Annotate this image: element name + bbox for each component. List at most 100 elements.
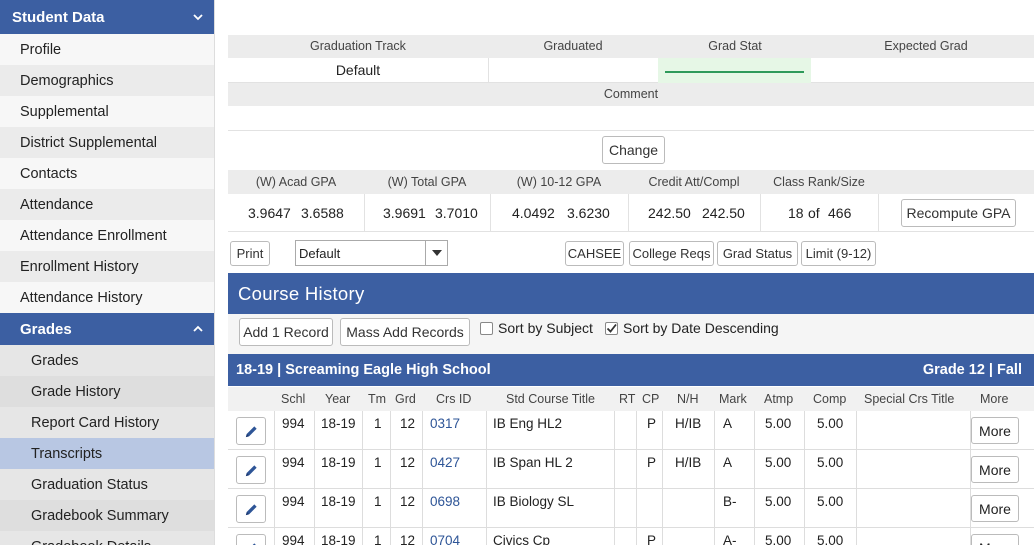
col-grd-cell: 12	[400, 533, 416, 545]
edit-button[interactable]	[236, 417, 266, 445]
pencil-icon	[245, 503, 257, 515]
edit-button[interactable]	[236, 534, 266, 545]
divider	[314, 411, 315, 450]
school-title: 18-19 | Screaming Eagle High School	[236, 362, 491, 378]
acad-gpa-unweighted: 3.6588	[301, 205, 344, 221]
sidebar-item-report-card-history[interactable]: Report Card History	[0, 407, 214, 438]
divider	[390, 450, 391, 489]
sidebar-item-grade-history[interactable]: Grade History	[0, 376, 214, 407]
edit-button[interactable]	[236, 495, 266, 523]
cahsee-button[interactable]: CAHSEE	[565, 241, 624, 266]
divider	[804, 489, 805, 528]
select-value: Default	[299, 246, 341, 261]
divider	[804, 528, 805, 545]
limit-9-12-button[interactable]: Limit (9-12)	[801, 241, 876, 266]
divider	[662, 450, 663, 489]
recompute-gpa-button[interactable]: Recompute GPA	[901, 199, 1016, 227]
sidebar-item-profile[interactable]: Profile	[0, 34, 214, 65]
divider	[614, 411, 615, 450]
sidebar-item-gradebook-details[interactable]: Gradebook Details	[0, 531, 214, 545]
divider	[362, 489, 363, 528]
sidebar-item-enrollment-history[interactable]: Enrollment History	[0, 251, 214, 282]
grad-stat-field[interactable]	[658, 58, 811, 83]
class-rank-header: Class Rank/Size	[773, 175, 865, 189]
course-history-toolbar: Add 1 Record Mass Add Records Sort by Su…	[228, 314, 1034, 354]
divider	[274, 489, 275, 528]
sort-by-date-option[interactable]: Sort by Date Descending	[605, 320, 779, 336]
col-schl-cell: 994	[282, 494, 305, 509]
transcript-format-select[interactable]: Default	[295, 240, 448, 266]
table-row: 994 18-19 1 12 0427 IB Span HL 2 P H/IB A 5.00 5.0…	[228, 450, 1034, 489]
college-reqs-button[interactable]: College Reqs	[629, 241, 714, 266]
course-columns-header: Schl Year Tm Grd Crs ID Std Course Title…	[228, 387, 1034, 411]
add-record-button[interactable]: Add 1 Record	[239, 318, 333, 346]
col-grd-cell: 12	[400, 455, 416, 470]
sidebar-item-transcripts[interactable]: Transcripts	[0, 438, 214, 469]
divider	[422, 411, 423, 450]
col-grd-cell: 12	[400, 494, 416, 509]
comp-cell: 5.00	[817, 494, 844, 509]
print-button[interactable]: Print	[230, 241, 270, 266]
divider	[486, 411, 487, 450]
divider	[856, 489, 857, 528]
course-id-link[interactable]: 0698	[430, 494, 460, 509]
sidebar-item-graduation-status[interactable]: Graduation Status	[0, 469, 214, 500]
divider	[856, 411, 857, 450]
sort-by-subject-checkbox[interactable]	[480, 322, 493, 335]
course-title-cell: IB Eng HL2	[493, 416, 563, 431]
gpa-values-row: 3.9647 3.6588 3.9691 3.7010 4.0492 3.623…	[228, 194, 1034, 232]
divider	[314, 450, 315, 489]
divider	[490, 194, 491, 232]
divider	[362, 528, 363, 545]
divider	[364, 194, 365, 232]
mass-add-records-button[interactable]: Mass Add Records	[340, 318, 470, 346]
comment-header: Comment	[603, 87, 659, 101]
sidebar-item-attendance-history[interactable]: Attendance History	[0, 282, 214, 313]
edit-button[interactable]	[236, 456, 266, 484]
col-special-crs-title: Special Crs Title	[864, 392, 955, 406]
sidebar-item-supplemental[interactable]: Supplemental	[0, 96, 214, 127]
more-button[interactable]: More	[971, 495, 1019, 522]
divider	[878, 194, 879, 232]
sidebar-item-contacts[interactable]: Contacts	[0, 158, 214, 189]
divider	[486, 450, 487, 489]
sidebar-item-attendance[interactable]: Attendance	[0, 189, 214, 220]
atmp-cell: 5.00	[765, 416, 792, 431]
sidebar-section-grades[interactable]: Grades	[0, 313, 214, 345]
sidebar-item-demographics[interactable]: Demographics	[0, 65, 214, 96]
divider	[628, 194, 629, 232]
table-row: 994 18-19 1 12 0704 Civics Cp P A- 5.00 5.00 More	[228, 528, 1034, 545]
comment-header-row: Comment	[228, 83, 1034, 106]
col-year-cell: 18-19	[321, 533, 356, 545]
sidebar-item-grades[interactable]: Grades	[0, 345, 214, 376]
col-schl: Schl	[281, 392, 306, 406]
comment-field[interactable]	[228, 106, 1034, 131]
more-button[interactable]: More	[971, 417, 1019, 444]
col-tm-cell: 1	[374, 455, 382, 470]
total-gpa-weighted: 3.9691	[383, 205, 426, 221]
graduation-values-row: Default	[228, 58, 1034, 83]
sidebar-item-attendance-enrollment[interactable]: Attendance Enrollment	[0, 220, 214, 251]
sidebar-section-student-data[interactable]: Student Data	[0, 0, 214, 34]
divider	[754, 489, 755, 528]
course-id-link[interactable]: 0704	[430, 533, 460, 545]
change-button[interactable]: Change	[602, 136, 665, 164]
course-id-link[interactable]: 0427	[430, 455, 460, 470]
more-button[interactable]: More	[971, 456, 1019, 483]
sort-by-date-checkbox[interactable]	[605, 322, 618, 335]
sidebar-item-gradebook-summary[interactable]: Gradebook Summary	[0, 500, 214, 531]
mark-cell: A	[723, 416, 733, 431]
gpa-10-12-weighted: 4.0492	[512, 205, 555, 221]
nh-cell: H/IB	[675, 416, 702, 431]
divider	[390, 411, 391, 450]
course-id-link[interactable]: 0317	[430, 416, 460, 431]
sidebar: Student Data Profile Demographics Supple…	[0, 0, 215, 545]
sidebar-item-district-supplemental[interactable]: District Supplemental	[0, 127, 214, 158]
more-button[interactable]: More	[971, 534, 1019, 545]
divider	[362, 411, 363, 450]
col-year-cell: 18-19	[321, 494, 356, 509]
divider	[856, 450, 857, 489]
sort-by-subject-option[interactable]: Sort by Subject	[480, 320, 593, 336]
grad-status-button[interactable]: Grad Status	[717, 241, 798, 266]
divider	[856, 528, 857, 545]
